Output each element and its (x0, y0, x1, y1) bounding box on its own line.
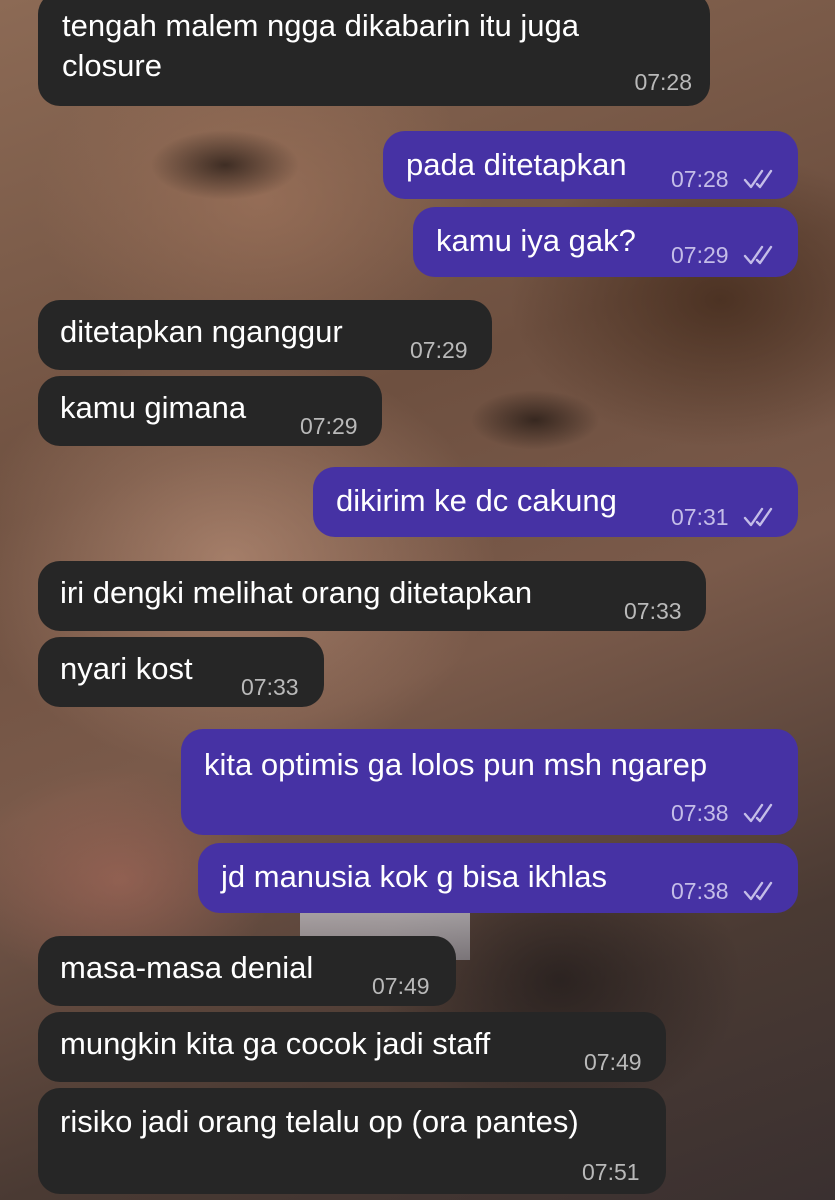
message-text: nyari kost (60, 651, 193, 686)
message-text: kita optimis ga lolos pun msh ngarep (204, 747, 708, 782)
message-time: 07:28 (671, 166, 729, 192)
incoming-message[interactable]: tengah malem ngga dikabarin itu juga clo… (38, 0, 710, 106)
message-time: 07:38 (671, 800, 729, 826)
double-check-icon (743, 244, 777, 266)
message-text: pada ditetapkan (406, 147, 627, 182)
message-text: dikirim ke dc cakung (336, 483, 617, 518)
outgoing-message[interactable]: jd manusia kok g bisa ikhlas 07:38 (198, 843, 798, 913)
message-time: 07:49 (372, 973, 430, 999)
incoming-message[interactable]: ditetapkan nganggur 07:29 (38, 300, 492, 370)
message-list[interactable]: tengah malem ngga dikabarin itu juga clo… (0, 0, 835, 1200)
message-text: risiko jadi orang telalu op (ora pantes) (60, 1104, 579, 1139)
message-time: 07:31 (671, 504, 729, 530)
message-time: 07:38 (671, 878, 729, 904)
message-text: ditetapkan nganggur (60, 314, 343, 349)
message-text: kamu iya gak? (436, 223, 636, 258)
incoming-message[interactable]: kamu gimana 07:29 (38, 376, 382, 446)
message-time: 07:29 (671, 242, 729, 268)
message-text: mungkin kita ga cocok jadi staff (60, 1026, 491, 1061)
outgoing-message[interactable]: pada ditetapkan 07:28 (383, 131, 798, 199)
message-text: iri dengki melihat orang ditetapkan (60, 575, 533, 610)
message-time: 07:49 (584, 1049, 642, 1075)
message-time: 07:51 (582, 1159, 640, 1185)
incoming-message[interactable]: risiko jadi orang telalu op (ora pantes)… (38, 1088, 666, 1194)
incoming-message[interactable]: masa-masa denial 07:49 (38, 936, 456, 1006)
double-check-icon (743, 506, 777, 528)
double-check-icon (743, 168, 777, 190)
message-text: closure (62, 48, 162, 83)
message-time: 07:29 (300, 413, 358, 439)
message-time: 07:33 (241, 674, 299, 700)
outgoing-message[interactable]: dikirim ke dc cakung 07:31 (313, 467, 798, 537)
message-text: tengah malem ngga dikabarin itu juga (62, 8, 580, 43)
message-text: masa-masa denial (60, 950, 314, 985)
message-time: 07:28 (634, 69, 692, 95)
outgoing-message[interactable]: kita optimis ga lolos pun msh ngarep 07:… (181, 729, 798, 835)
incoming-message[interactable]: iri dengki melihat orang ditetapkan 07:3… (38, 561, 706, 631)
message-time: 07:29 (410, 337, 468, 363)
outgoing-message[interactable]: kamu iya gak? 07:29 (413, 207, 798, 277)
incoming-message[interactable]: mungkin kita ga cocok jadi staff 07:49 (38, 1012, 666, 1082)
message-time: 07:33 (624, 598, 682, 624)
double-check-icon (743, 880, 777, 902)
message-text: kamu gimana (60, 390, 247, 425)
double-check-icon (743, 802, 777, 824)
incoming-message[interactable]: nyari kost 07:33 (38, 637, 324, 707)
message-text: jd manusia kok g bisa ikhlas (221, 859, 607, 894)
